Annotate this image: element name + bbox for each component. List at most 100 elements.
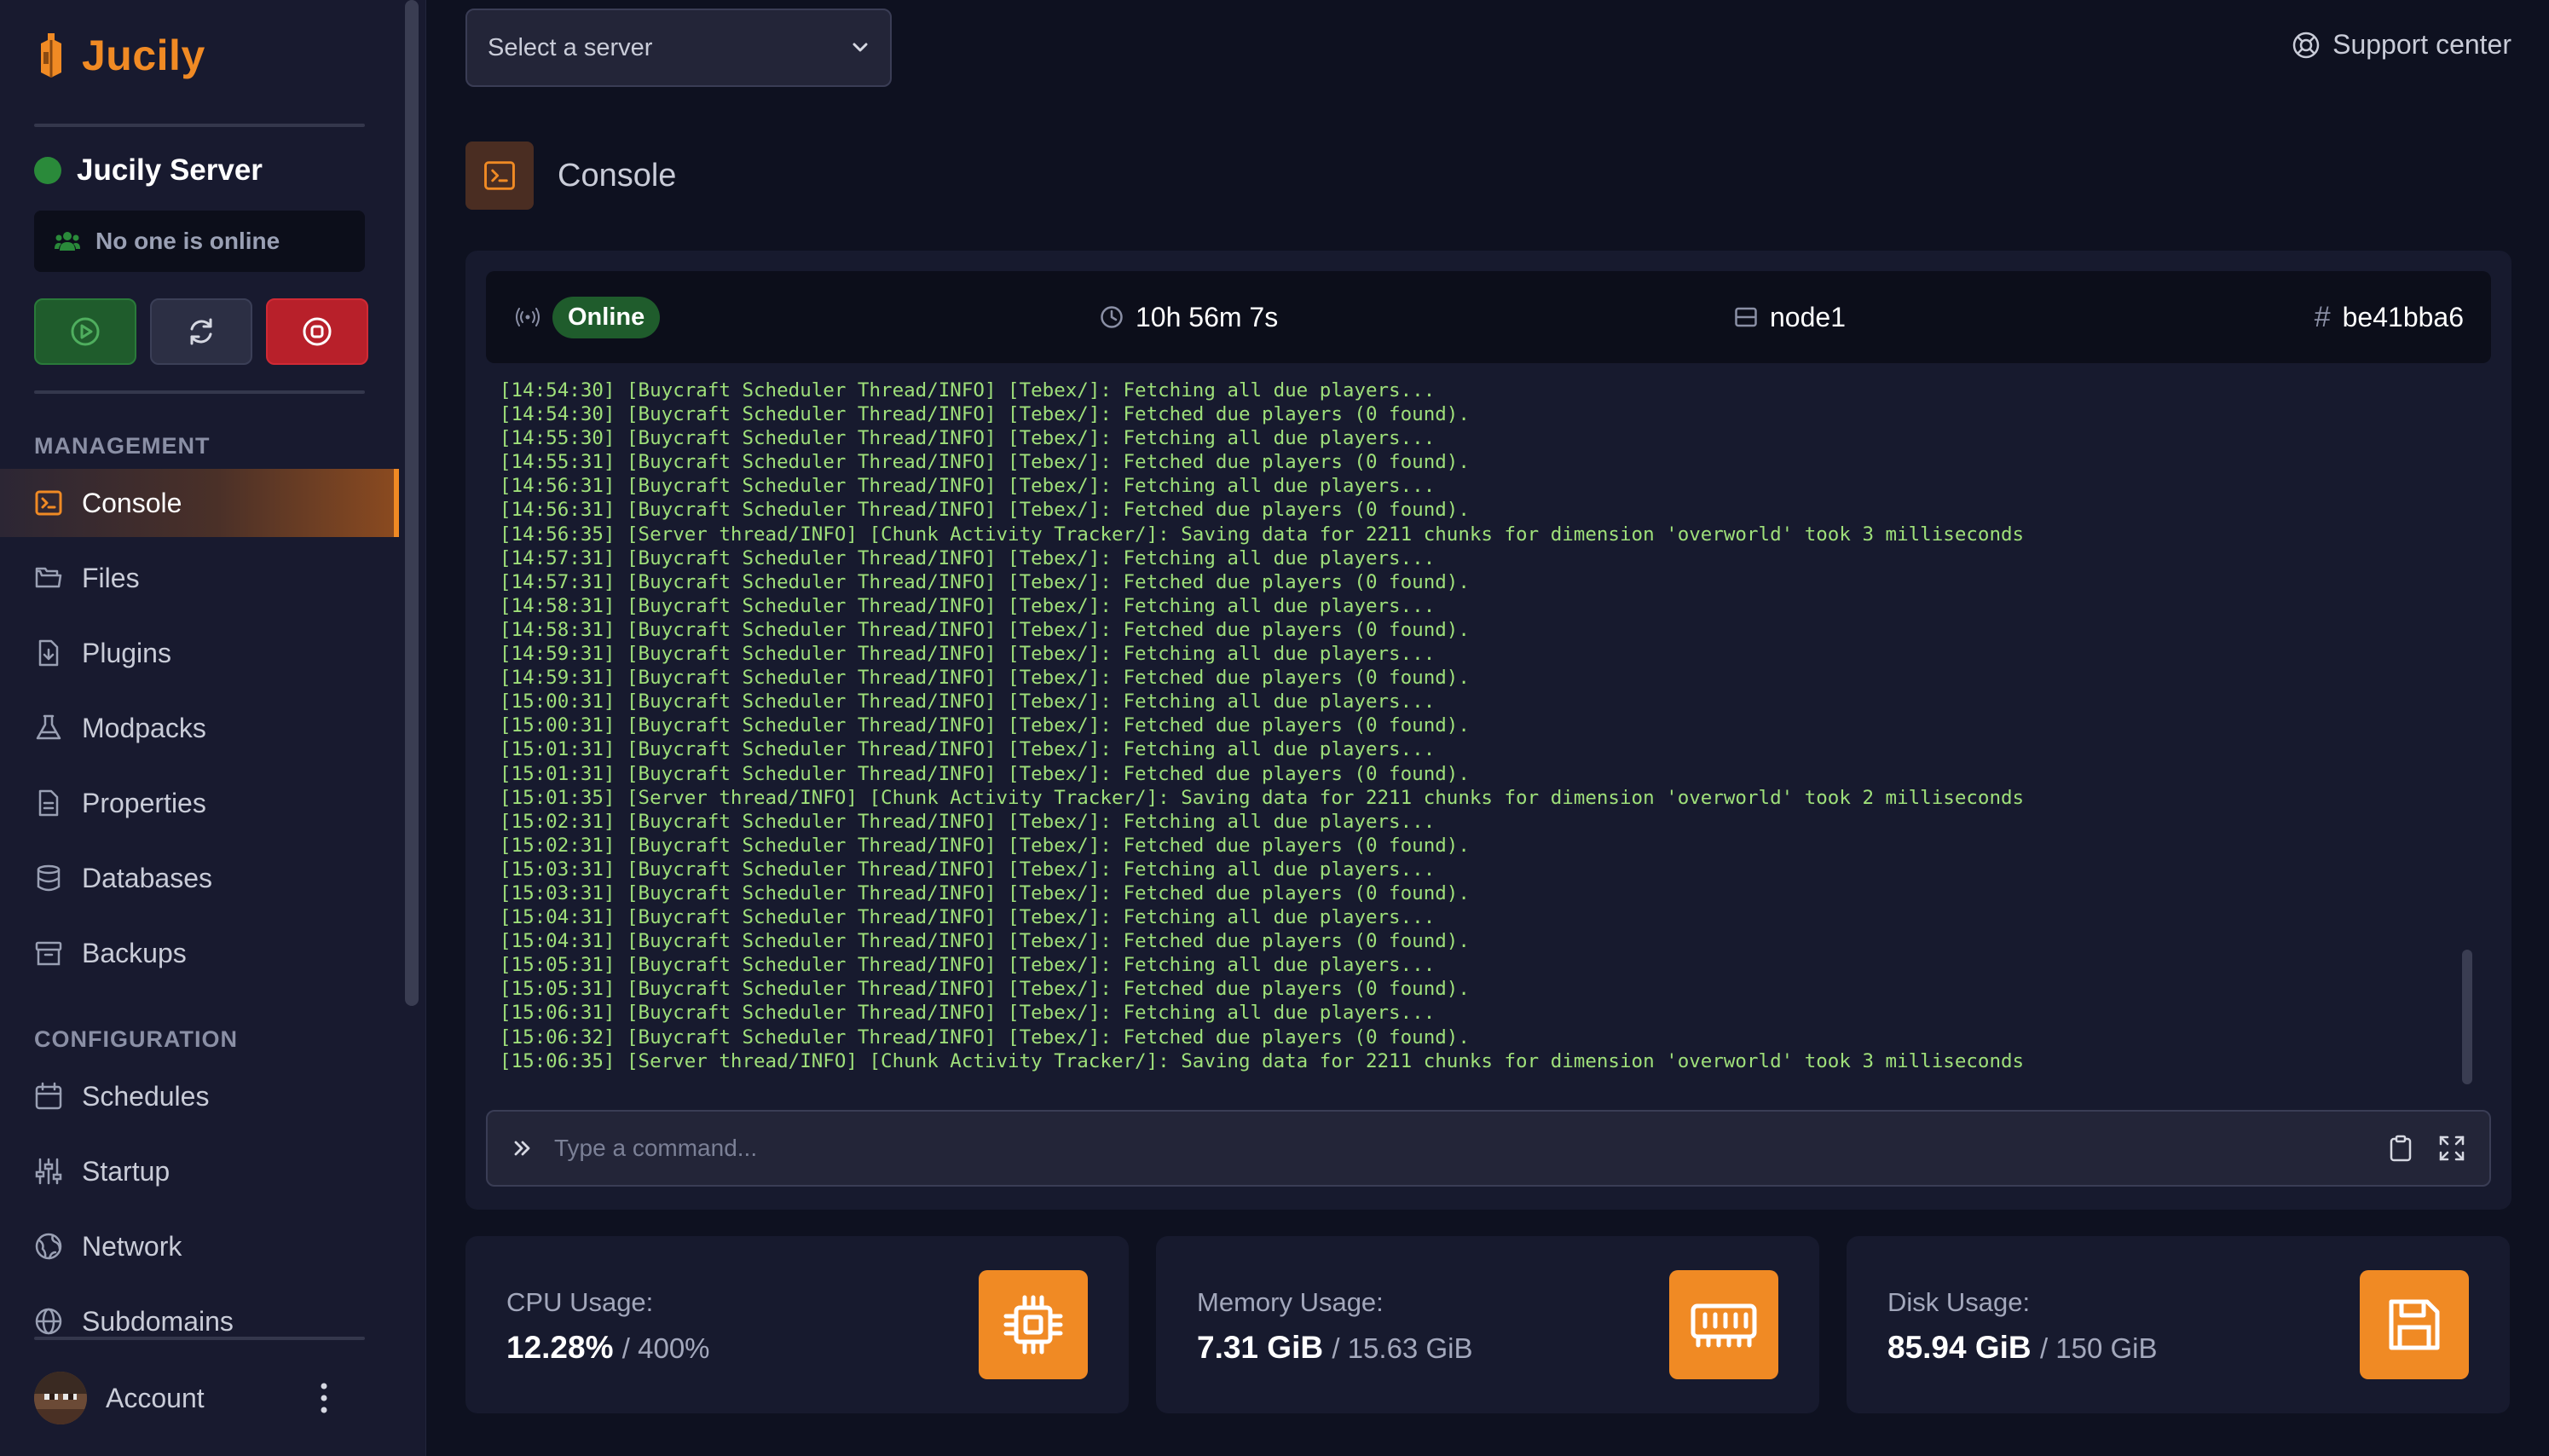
server-id: # be41bba6 [2315, 271, 2464, 363]
memory-usage-current: 7.31 GiB [1197, 1330, 1324, 1365]
cpu-usage-current: 12.28% [506, 1330, 614, 1365]
sidebar-item-label: Startup [82, 1155, 171, 1187]
console-line: [14:55:31] [Buycraft Scheduler Thread/IN… [500, 451, 1470, 474]
console-line: [15:05:31] [Buycraft Scheduler Thread/IN… [500, 954, 1436, 977]
disk-usage-label: Disk Usage: [1887, 1287, 2031, 1317]
page-title: Console [558, 157, 677, 194]
disk-usage-current: 85.94 GiB [1887, 1330, 2032, 1365]
node: node1 [1734, 271, 1846, 363]
sidebar-item-modpacks[interactable]: Modpacks [0, 694, 399, 762]
clock-icon [1100, 305, 1124, 329]
double-chevron-right-icon [512, 1137, 534, 1159]
users-icon [55, 230, 80, 252]
sidebar-item-files[interactable]: Files [0, 544, 399, 612]
support-center-link[interactable]: Support center [2292, 29, 2511, 61]
sidebar-item-plugins[interactable]: Plugins [0, 619, 399, 687]
start-server-button[interactable] [34, 298, 136, 365]
console-line: [15:03:31] [Buycraft Scheduler Thread/IN… [500, 881, 1470, 904]
calendar-icon [34, 1082, 63, 1111]
uptime-value: 10h 56m 7s [1136, 301, 1279, 332]
configuration-section-label: CONFIGURATION [34, 1026, 238, 1052]
console-scrollbar[interactable] [2462, 950, 2472, 1084]
console-line: [14:57:31] [Buycraft Scheduler Thread/IN… [500, 546, 1436, 569]
memory-usage-card: Memory Usage: 7.31 GiB / 15.63 GiB [1156, 1236, 1819, 1413]
sidebar-item-databases[interactable]: Databases [0, 844, 399, 912]
command-bar [486, 1110, 2491, 1187]
console-line: [14:56:31] [Buycraft Scheduler Thread/IN… [500, 475, 1436, 498]
sidebar-item-label: Plugins [82, 637, 171, 668]
disk-usage-card: Disk Usage: 85.94 GiB / 150 GiB [1847, 1236, 2510, 1413]
server-select[interactable]: Select a server [465, 9, 892, 87]
refresh-icon [186, 316, 217, 347]
console-line: [14:56:31] [Buycraft Scheduler Thread/IN… [500, 499, 1470, 522]
disk-usage-value: 85.94 GiB / 150 GiB [1887, 1330, 2158, 1366]
sidebar-item-label: Backups [82, 937, 187, 968]
console-output[interactable]: [14:54:30] [Buycraft Scheduler Thread/IN… [500, 378, 2460, 1078]
flask-icon [34, 714, 63, 742]
document-icon [34, 789, 63, 818]
sidebar-item-subdomains[interactable]: Subdomains [0, 1287, 399, 1355]
logo[interactable]: Jucily [36, 31, 205, 80]
database-icon [34, 864, 63, 893]
command-input[interactable] [554, 1135, 2389, 1162]
memory-stick-icon [1669, 1270, 1778, 1379]
server-select-value: Select a server [488, 33, 653, 61]
stop-server-button[interactable] [266, 298, 368, 365]
sidebar-item-label: Files [82, 562, 140, 593]
sidebar-divider [34, 124, 365, 127]
support-center-label: Support center [2332, 29, 2511, 60]
console-line: [14:58:31] [Buycraft Scheduler Thread/IN… [500, 594, 1436, 617]
sidebar-item-startup[interactable]: Startup [0, 1137, 399, 1205]
console-line: [15:05:31] [Buycraft Scheduler Thread/IN… [500, 978, 1470, 1001]
cpu-usage-max: / 400% [621, 1332, 710, 1364]
avatar [34, 1372, 87, 1424]
network-globe-icon [34, 1232, 63, 1261]
chevron-down-icon [851, 42, 870, 54]
terminal-icon [465, 142, 534, 210]
console-line: [15:02:31] [Buycraft Scheduler Thread/IN… [500, 810, 1436, 833]
sliders-icon [34, 1157, 63, 1186]
uptime: 10h 56m 7s [1100, 271, 1278, 363]
clipboard-icon[interactable] [2389, 1135, 2413, 1162]
server-id-value: be41bba6 [2342, 301, 2464, 332]
stop-icon [302, 316, 332, 347]
console-line: [15:02:31] [Buycraft Scheduler Thread/IN… [500, 834, 1470, 857]
sidebar-scrollbar[interactable] [405, 0, 419, 1006]
sidebar-item-label: Console [82, 487, 182, 518]
console-line: [15:04:31] [Buycraft Scheduler Thread/IN… [500, 930, 1470, 953]
server-name-row: Jucily Server [34, 153, 263, 188]
sidebar-divider [34, 390, 365, 394]
restart-server-button[interactable] [150, 298, 252, 365]
console-line: [14:59:31] [Buycraft Scheduler Thread/IN… [500, 667, 1470, 690]
disk-usage-max: / 150 GiB [2039, 1332, 2158, 1364]
console-line: [14:55:30] [Buycraft Scheduler Thread/IN… [500, 427, 1436, 450]
sidebar-item-label: Subdomains [82, 1305, 234, 1337]
console-line: [15:06:35] [Server thread/INFO] [Chunk A… [500, 1049, 2025, 1072]
memory-usage-max: / 15.63 GiB [1332, 1332, 1473, 1364]
play-icon [70, 316, 101, 347]
globe-icon [34, 1307, 63, 1336]
folder-icon [34, 563, 63, 592]
terminal-icon [34, 488, 63, 517]
logo-icon [36, 32, 66, 79]
archive-icon [34, 939, 63, 968]
console-line: [14:58:31] [Buycraft Scheduler Thread/IN… [500, 618, 1470, 641]
logo-text: Jucily [82, 32, 205, 79]
sidebar-item-network[interactable]: Network [0, 1212, 399, 1280]
lifebuoy-icon [2292, 31, 2321, 60]
memory-usage-label: Memory Usage: [1197, 1287, 1384, 1317]
account-label: Account [106, 1382, 205, 1413]
sidebar-item-properties[interactable]: Properties [0, 769, 399, 837]
server-name: Jucily Server [77, 153, 263, 187]
sidebar-item-console[interactable]: Console [0, 469, 399, 537]
account-menu[interactable]: Account [34, 1364, 358, 1432]
sidebar-item-schedules[interactable]: Schedules [0, 1062, 399, 1130]
fullscreen-icon[interactable] [2438, 1135, 2465, 1162]
console-line: [15:06:31] [Buycraft Scheduler Thread/IN… [500, 1002, 1436, 1025]
console-line: [15:01:35] [Server thread/INFO] [Chunk A… [500, 786, 2025, 809]
sidebar-item-backups[interactable]: Backups [0, 919, 399, 987]
sidebar-item-label: Databases [82, 862, 212, 893]
cpu-usage-label: CPU Usage: [506, 1287, 654, 1317]
kebab-menu-icon[interactable] [321, 1383, 327, 1413]
console-line: [14:57:31] [Buycraft Scheduler Thread/IN… [500, 570, 1470, 593]
